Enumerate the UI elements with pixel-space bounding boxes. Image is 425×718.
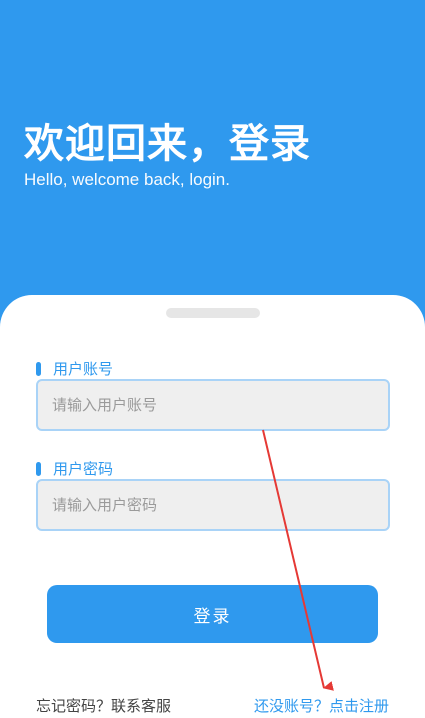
forgot-password-link[interactable]: 忘记密码？联系客服 (36, 695, 171, 716)
login-card: 用户账号 用户密码 登录 忘记密码？联系客服 还没账号？点击注册 (0, 295, 425, 718)
drag-handle[interactable] (166, 308, 260, 318)
password-label-text: 用户密码 (53, 460, 114, 478)
welcome-header: 欢迎回来，登录 Hello, welcome back, login. (24, 118, 311, 190)
label-marker-icon (36, 361, 41, 376)
page-subtitle: Hello, welcome back, login. (24, 170, 230, 189)
password-input[interactable] (36, 479, 390, 531)
register-link[interactable]: 还没账号？点击注册 (254, 695, 389, 716)
password-label: 用户密码 (36, 458, 113, 479)
login-screen: 欢迎回来，登录 Hello, welcome back, login. 用户账号… (0, 0, 425, 718)
account-label: 用户账号 (36, 358, 113, 379)
account-label-text: 用户账号 (53, 360, 114, 378)
login-button[interactable]: 登录 (47, 585, 378, 643)
account-input[interactable] (36, 379, 390, 431)
label-marker-icon (36, 461, 41, 476)
page-title: 欢迎回来，登录 (24, 121, 311, 167)
